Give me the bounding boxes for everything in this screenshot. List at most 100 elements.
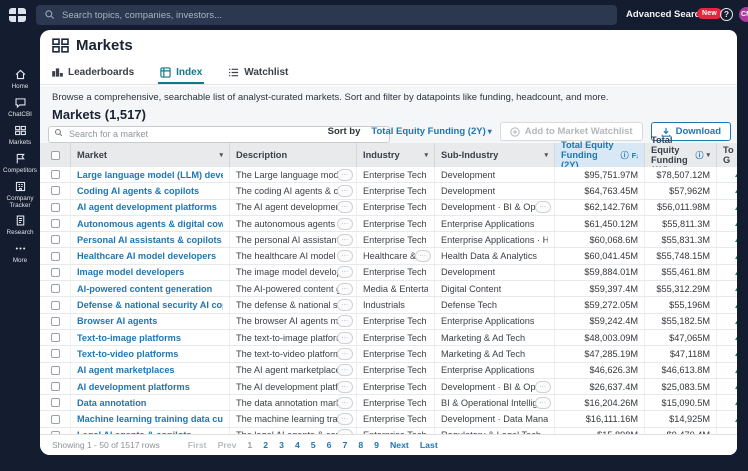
market-link[interactable]: Data annotation <box>77 398 146 408</box>
expand-cell-button[interactable]: ··· <box>337 364 354 376</box>
column-header-description[interactable]: Description <box>229 143 356 167</box>
expand-cell-button[interactable]: ··· <box>337 397 354 409</box>
expand-cell-button[interactable]: ··· <box>337 283 354 295</box>
industry-text: Enterprise Tech <box>363 170 427 180</box>
expand-cell-button[interactable]: ··· <box>535 397 552 409</box>
row-checkbox[interactable] <box>51 186 60 195</box>
tab-watchlist[interactable]: Watchlist <box>228 60 288 84</box>
expand-cell-button[interactable]: ··· <box>535 381 552 393</box>
expand-cell-button[interactable]: ··· <box>337 381 354 393</box>
market-link[interactable]: Personal AI assistants & copilots <box>77 235 222 245</box>
expand-cell-button[interactable]: ··· <box>337 218 354 230</box>
pagination-8[interactable]: 8 <box>358 440 363 450</box>
expand-cell-button[interactable]: ··· <box>337 234 354 246</box>
pagination-5[interactable]: 5 <box>311 440 316 450</box>
growth-up-icon <box>735 286 737 291</box>
market-link[interactable]: Text-to-video platforms <box>77 349 178 359</box>
expand-cell-button[interactable]: ··· <box>337 250 354 262</box>
row-checkbox[interactable] <box>51 203 60 212</box>
cb-insights-logo-icon[interactable] <box>9 8 26 22</box>
row-checkbox[interactable] <box>51 301 60 310</box>
market-link[interactable]: AI-powered content generation <box>77 284 212 294</box>
row-checkbox[interactable] <box>51 268 60 277</box>
growth-cell <box>716 363 737 378</box>
row-checkbox[interactable] <box>51 366 60 375</box>
sub-industry-text: Defense Tech <box>441 300 497 310</box>
market-link[interactable]: AI agent marketplaces <box>77 365 175 375</box>
row-checkbox[interactable] <box>51 382 60 391</box>
market-link[interactable]: Browser AI agents <box>77 316 157 326</box>
expand-cell-button[interactable]: ··· <box>535 201 552 213</box>
column-header-market[interactable]: Market ▾ <box>70 143 229 167</box>
market-link[interactable]: AI agent development platforms <box>77 202 217 212</box>
market-link[interactable]: Text-to-image platforms <box>77 333 181 343</box>
industry-cell: Enterprise Tech <box>356 379 434 394</box>
pagination-last[interactable]: Last <box>420 440 438 450</box>
row-checkbox[interactable] <box>51 398 60 407</box>
market-link[interactable]: Image model developers <box>77 267 184 277</box>
help-icon[interactable]: ? <box>720 8 733 21</box>
expand-cell-button[interactable]: ··· <box>337 348 354 360</box>
market-link[interactable]: Machine learning training data curation <box>77 414 223 424</box>
column-header-sub-industry[interactable]: Sub-Industry ▾ <box>434 143 554 167</box>
sidebar-item-chatcbi[interactable]: ChatCBI <box>0 96 40 118</box>
info-icon[interactable]: ⓘ <box>695 150 703 161</box>
column-header-industry[interactable]: Industry ▾ <box>356 143 434 167</box>
market-link[interactable]: Healthcare AI model developers <box>77 251 216 261</box>
tab-leaderboards[interactable]: Leaderboards <box>52 60 134 84</box>
row-checkbox[interactable] <box>51 252 60 261</box>
market-link[interactable]: Large language model (LLM) developers <box>77 170 223 180</box>
sort-descending-icon[interactable]: F↓ <box>632 151 638 160</box>
user-avatar[interactable]: CM <box>739 7 748 22</box>
expand-cell-button[interactable]: ··· <box>337 266 354 278</box>
expand-cell-button[interactable]: ··· <box>337 332 354 344</box>
expand-cell-button[interactable]: ··· <box>415 250 432 262</box>
sidebar-item-research[interactable]: Research <box>0 214 40 236</box>
sidebar-item-more[interactable]: More <box>0 242 40 264</box>
row-checkbox[interactable] <box>51 235 60 244</box>
sidebar-item-competitors[interactable]: Competitors <box>0 152 40 174</box>
sidebar-item-company-tracker[interactable]: Company Tracker <box>0 180 40 209</box>
market-link[interactable]: Coding AI agents & copilots <box>77 186 199 196</box>
row-checkbox[interactable] <box>51 317 60 326</box>
pagination-2[interactable]: 2 <box>263 440 268 450</box>
description-text: The AI-powered content generation <box>236 284 350 294</box>
advanced-search-link[interactable]: Advanced Search <box>626 9 706 20</box>
select-all-checkbox[interactable] <box>40 143 70 167</box>
expand-cell-button[interactable]: ··· <box>337 169 354 181</box>
row-checkbox[interactable] <box>51 333 60 342</box>
sidebar-item-markets[interactable]: Markets <box>0 124 40 146</box>
market-cell: Browser AI agents <box>70 314 229 329</box>
row-checkbox[interactable] <box>51 415 60 424</box>
market-link[interactable]: AI development platforms <box>77 382 190 392</box>
add-to-watchlist-button[interactable]: Add to Market Watchlist <box>500 122 643 141</box>
expand-cell-button[interactable]: ··· <box>337 201 354 213</box>
pagination-next[interactable]: Next <box>390 440 409 450</box>
row-checkbox[interactable] <box>51 349 60 358</box>
market-link[interactable]: Defense & national security AI copilots <box>77 300 223 310</box>
column-header-total-growth[interactable]: To G <box>716 143 737 167</box>
expand-cell-button[interactable]: ··· <box>337 299 354 311</box>
column-header-total-equity-funding-2y[interactable]: Total Equity Funding (2Y) ⓘ F↓ <box>554 143 644 167</box>
tab-index[interactable]: Index <box>160 60 202 84</box>
description-text: The coding AI agents & copilots mark <box>236 186 350 196</box>
sort-by-dropdown[interactable]: Total Equity Funding (2Y)▾ <box>371 126 491 137</box>
expand-cell-button[interactable]: ··· <box>337 315 354 327</box>
pagination-7[interactable]: 7 <box>342 440 347 450</box>
expand-cell-button[interactable]: ··· <box>337 413 354 425</box>
pagination-4[interactable]: 4 <box>295 440 300 450</box>
pagination-9[interactable]: 9 <box>374 440 379 450</box>
pagination-6[interactable]: 6 <box>327 440 332 450</box>
sidebar-item-home[interactable]: Home <box>0 68 40 90</box>
market-link[interactable]: Autonomous agents & digital coworkers <box>77 219 223 229</box>
row-checkbox[interactable] <box>51 219 60 228</box>
table-row: Machine learning training data curationT… <box>40 411 737 427</box>
industry-text: Enterprise Tech <box>363 349 427 359</box>
expand-cell-button[interactable]: ··· <box>337 185 354 197</box>
row-checkbox[interactable] <box>51 170 60 179</box>
pagination-3[interactable]: 3 <box>279 440 284 450</box>
global-search-input[interactable] <box>36 5 617 25</box>
info-icon[interactable]: ⓘ <box>621 150 629 161</box>
column-header-total-equity-funding-1y[interactable]: Total Equity Funding (1Y) ⓘ ▾ <box>644 143 716 167</box>
row-checkbox[interactable] <box>51 284 60 293</box>
